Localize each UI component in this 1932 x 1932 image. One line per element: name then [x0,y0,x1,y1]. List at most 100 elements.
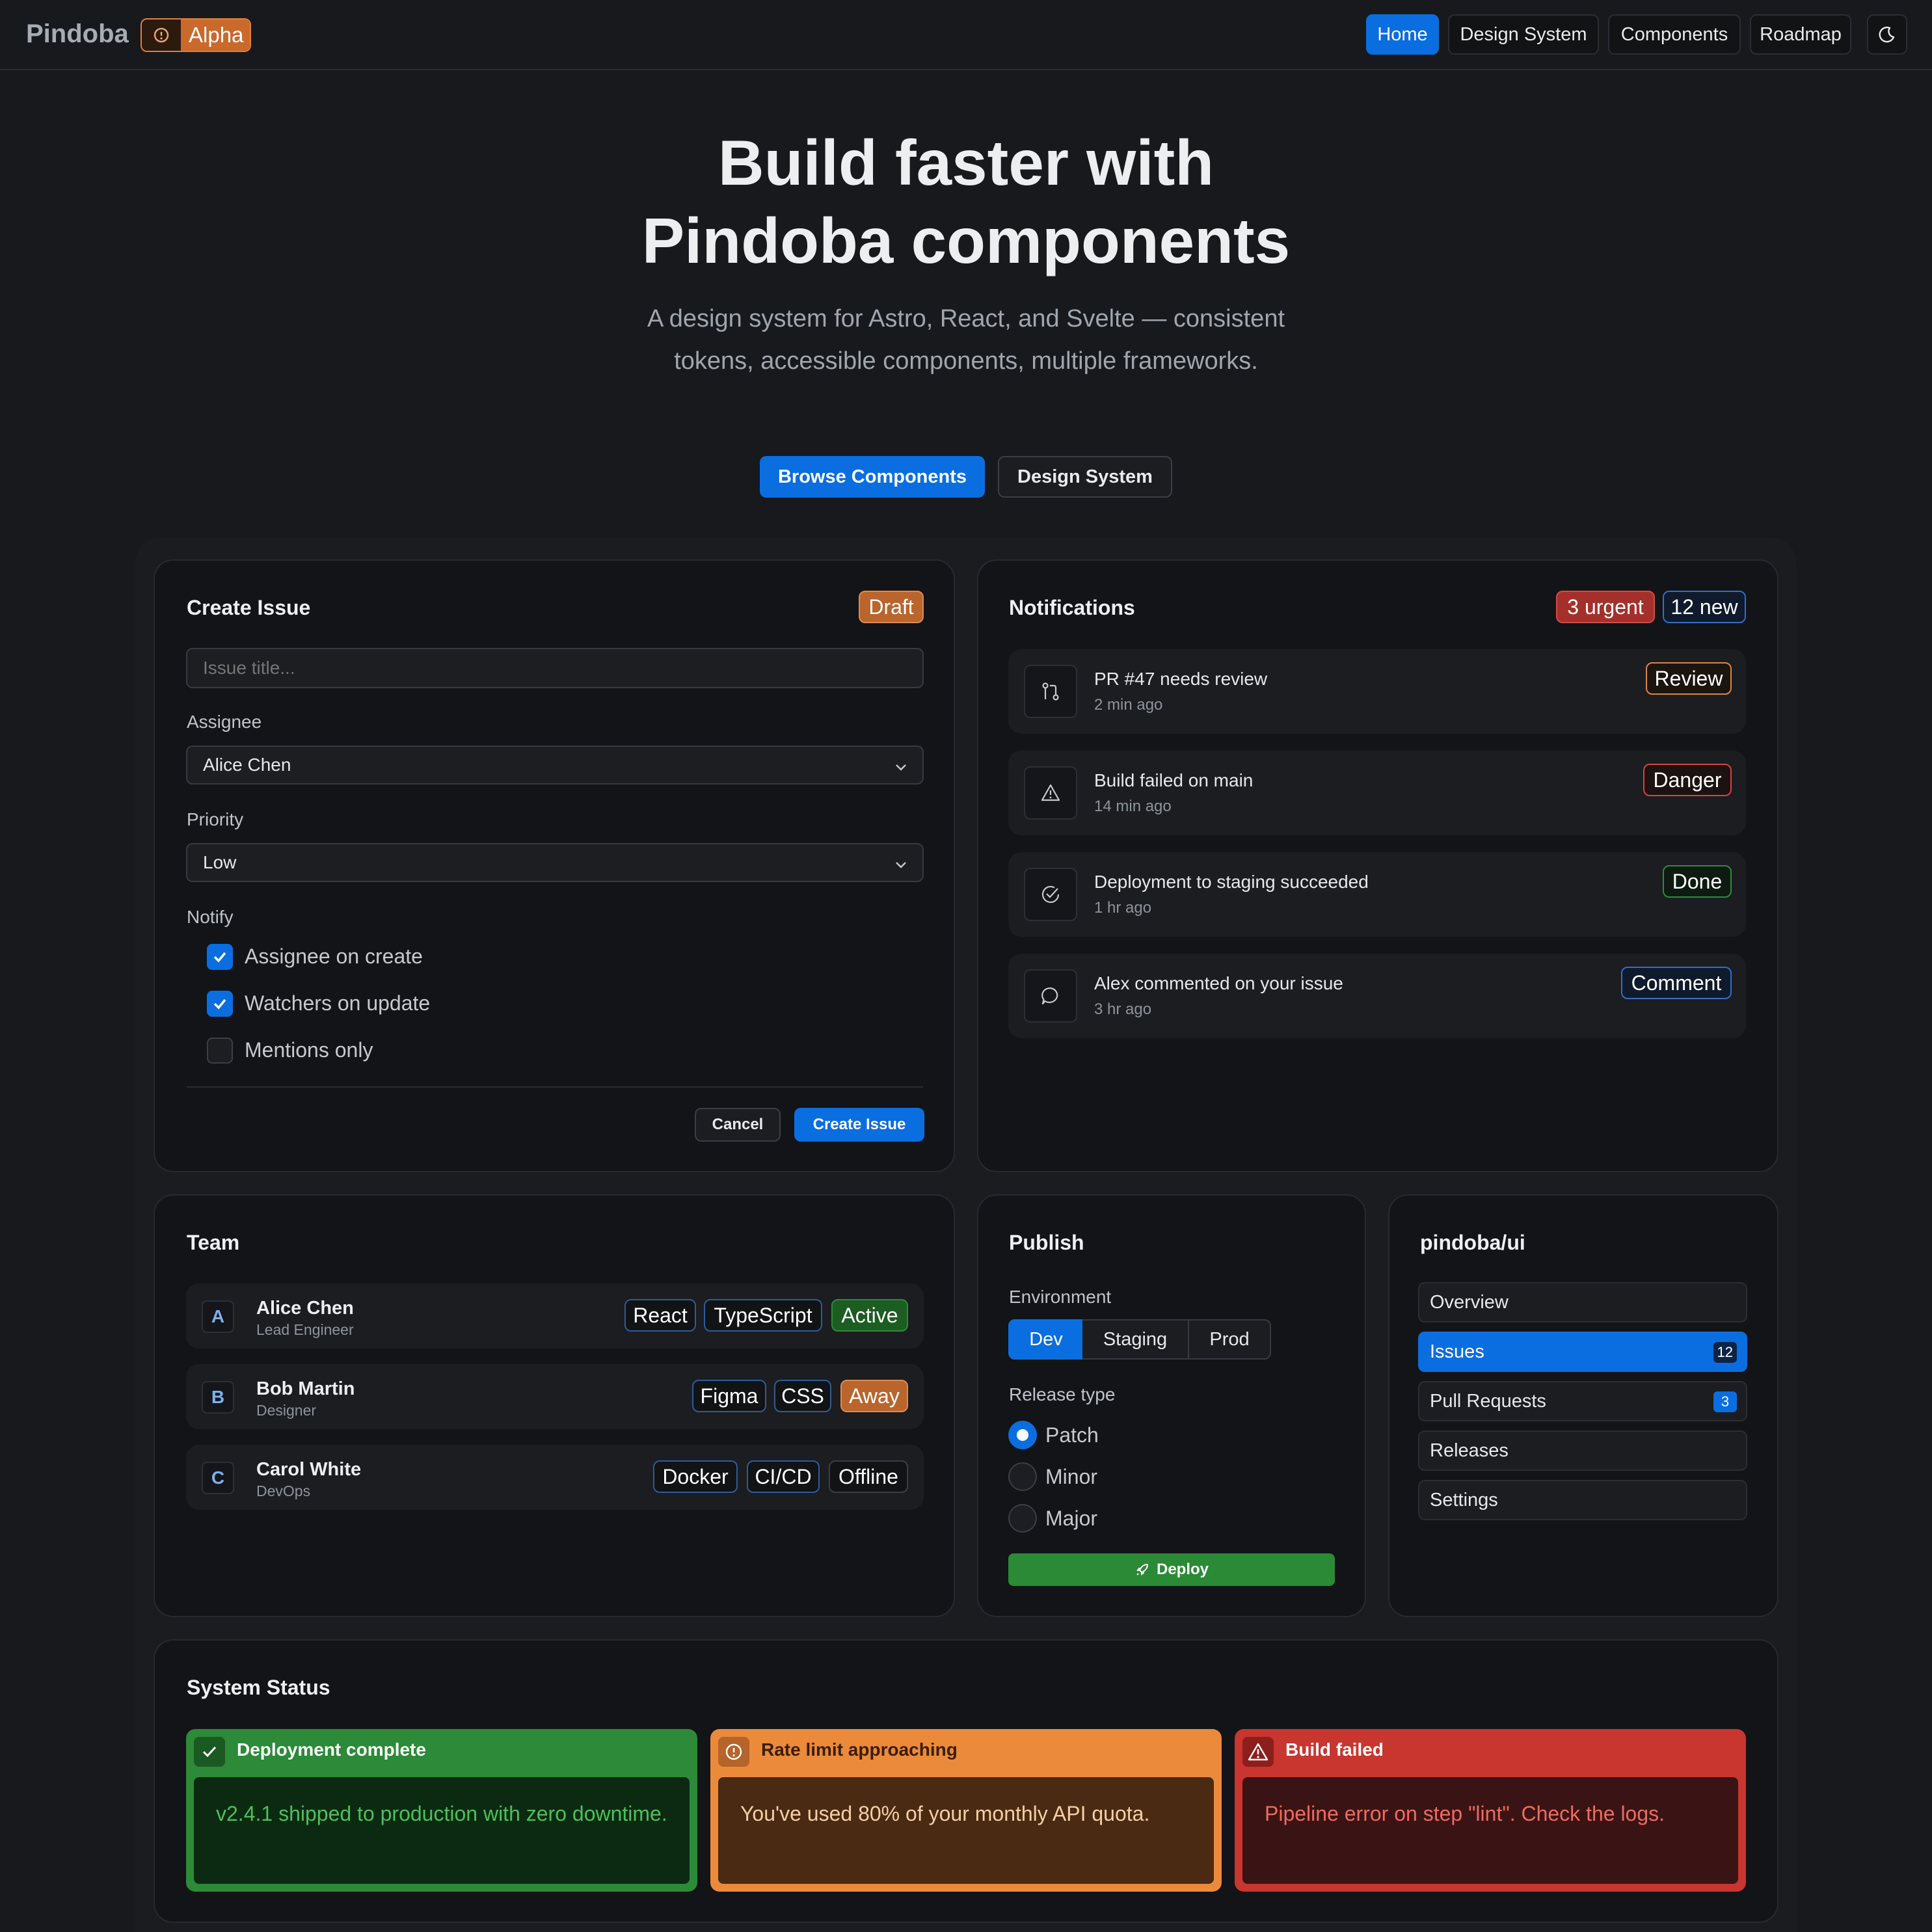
issue-title-input[interactable] [186,648,924,688]
repo-nav-pull-requests[interactable]: Pull Requests 3 [1418,1381,1747,1421]
member-role: DevOps [256,1483,311,1499]
nav-home[interactable]: Home [1366,14,1439,55]
hero-title-line-2: Pindoba components [641,205,1291,276]
member-role: Designer [256,1402,317,1419]
team-member-row[interactable]: C Carol White DevOps Docker CI/CD Offlin… [186,1445,924,1510]
repo-title: pindoba/ui [1420,1231,1525,1254]
new-count-badge: 12 new [1663,591,1746,623]
issues-count-badge: 12 [1713,1342,1737,1363]
theme-toggle-button[interactable] [1867,14,1907,55]
create-issue-title: Create Issue [187,596,311,619]
cancel-button[interactable]: Cancel [695,1108,781,1142]
environment-label: Environment [1009,1287,1112,1307]
browse-components-button[interactable]: Browse Components [760,456,985,498]
priority-label: Priority [187,809,244,829]
major-radio[interactable] [1008,1504,1037,1533]
rate-limit-alert: Rate limit approaching You've used 80% o… [710,1729,1222,1892]
notification-time: 14 min ago [1094,798,1172,815]
notifications-title: Notifications [1009,596,1135,619]
team-member-row[interactable]: A Alice Chen Lead Engineer React TypeScr… [186,1283,924,1348]
patch-label: Patch [1045,1423,1099,1447]
assignee-select[interactable]: Alice Chen [186,745,924,785]
notification-item[interactable]: Deployment to staging succeeded 1 hr ago… [1008,852,1746,937]
assignee-on-create-checkbox[interactable] [207,944,233,970]
alpha-badge: Alpha [141,18,251,52]
notification-time: 3 hr ago [1094,1000,1152,1018]
status-badge: Offline [829,1460,908,1493]
status-badge: Active [831,1299,908,1332]
alert-title: Build failed [1285,1739,1384,1760]
alert-body: You've used 80% of your monthly API quot… [718,1777,1214,1884]
danger-tag: Danger [1643,764,1732,796]
assignee-label: Assignee [187,712,262,732]
notification-title: PR #47 needs review [1094,669,1268,689]
nav-roadmap[interactable]: Roadmap [1750,14,1851,55]
nav-design-system[interactable]: Design System [1448,14,1599,55]
chevron-down-icon [896,764,906,771]
check-icon [213,952,226,963]
status-badge: Away [840,1380,908,1412]
repo-nav-overview[interactable]: Overview [1418,1282,1747,1322]
hero-subtitle: A design system for Astro, React, and Sv… [647,305,1285,375]
minor-radio[interactable] [1008,1462,1037,1491]
env-prod-button[interactable]: Prod [1188,1319,1271,1360]
watchers-on-update-label: Watchers on update [245,991,431,1015]
pull-requests-count-badge: 3 [1713,1391,1737,1412]
assignee-on-create-label: Assignee on create [245,945,423,968]
member-name: Bob Martin [256,1378,355,1399]
skill-tag: Figma [692,1380,766,1412]
repo-nav-label: Pull Requests [1430,1390,1546,1412]
moon-icon [1879,26,1895,43]
notification-item[interactable]: Alex commented on your issue 3 hr ago Co… [1008,954,1746,1038]
env-dev-button[interactable]: Dev [1008,1319,1084,1360]
notification-title: Alex commented on your issue [1094,973,1343,993]
hero-title: Build faster with Pindoba components [0,124,1932,280]
repo-nav-releases[interactable]: Releases [1418,1430,1747,1471]
priority-select[interactable]: Low [186,843,924,882]
priority-value: Low [203,852,237,872]
comment-icon [1024,969,1077,1023]
alert-title: Deployment complete [237,1739,426,1760]
skill-tag: React [624,1299,696,1332]
avatar: B [202,1381,234,1414]
repo-nav-settings[interactable]: Settings [1418,1480,1747,1520]
design-system-button[interactable]: Design System [998,456,1172,498]
repo-nav-issues[interactable]: Issues 12 [1418,1332,1747,1372]
notification-time: 1 hr ago [1094,899,1152,917]
urgent-count-badge: 3 urgent [1556,591,1655,623]
check-icon [213,999,226,1010]
mentions-only-checkbox[interactable] [207,1038,233,1064]
avatar: C [202,1462,234,1494]
deploy-button[interactable]: Deploy [1008,1553,1335,1586]
deploy-label: Deploy [1156,1561,1209,1578]
watchers-on-update-checkbox[interactable] [207,991,233,1017]
pull-request-icon [1024,665,1077,718]
notification-title: Build failed on main [1094,770,1254,790]
alert-body: v2.4.1 shipped to production with zero d… [194,1777,690,1884]
check-icon [194,1737,225,1767]
alert-title: Rate limit approaching [761,1739,958,1760]
member-name: Carol White [256,1459,362,1480]
rocket-icon [1136,1563,1148,1576]
team-member-row[interactable]: B Bob Martin Designer Figma CSS Away [186,1364,924,1429]
create-issue-button[interactable]: Create Issue [794,1108,924,1142]
notification-item[interactable]: Build failed on main 14 min ago Danger [1008,751,1746,835]
brand-logo[interactable]: Pindoba [26,20,129,49]
notification-title: Deployment to staging succeeded [1094,872,1369,892]
patch-radio[interactable] [1008,1421,1037,1449]
notification-item[interactable]: PR #47 needs review 2 min ago Review [1008,649,1746,734]
form-divider [187,1086,923,1088]
env-staging-button[interactable]: Staging [1082,1319,1189,1360]
build-failed-alert: Build failed Pipeline error on step "lin… [1235,1729,1746,1892]
member-role: Lead Engineer [256,1321,354,1338]
repo-nav-label: Settings [1430,1489,1498,1510]
minor-label: Minor [1045,1465,1098,1488]
publish-title: Publish [1009,1231,1084,1254]
nav-components[interactable]: Components [1608,14,1741,55]
alpha-badge-label: Alpha [181,20,250,51]
member-name: Alice Chen [256,1298,354,1319]
deployment-complete-alert: Deployment complete v2.4.1 shipped to pr… [186,1729,697,1892]
alert-body: Pipeline error on step "lint". Check the… [1242,1777,1738,1884]
team-title: Team [187,1231,240,1254]
info-icon [142,20,181,51]
